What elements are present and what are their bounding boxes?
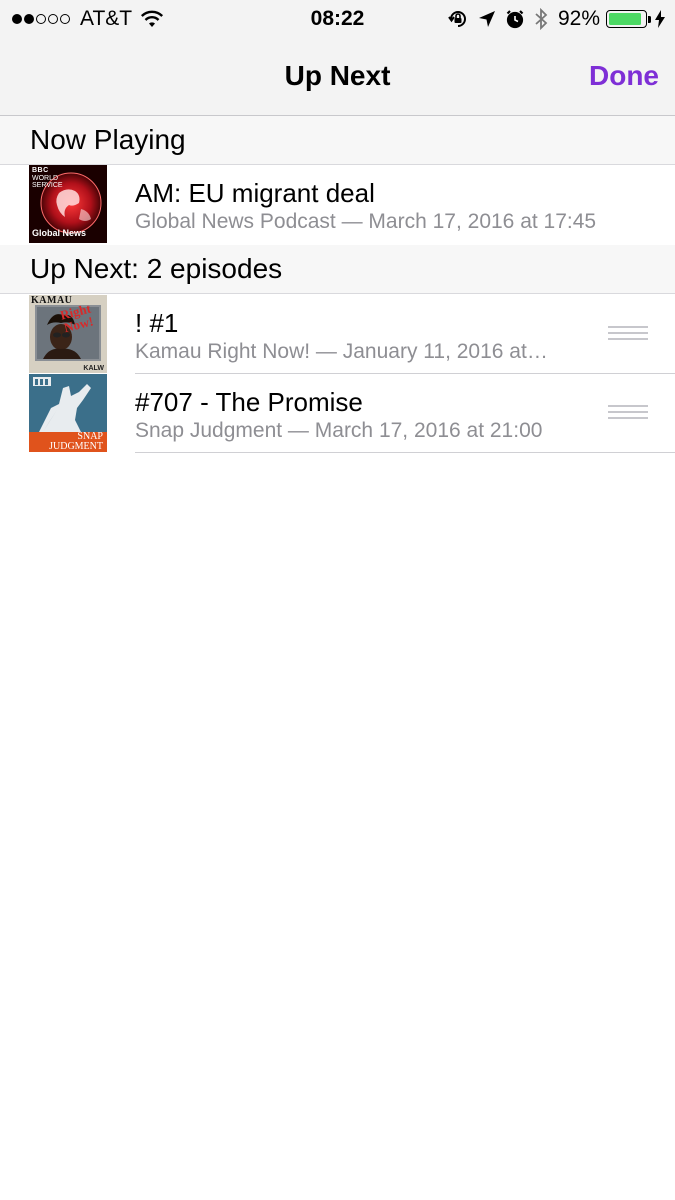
location-arrow-icon [478, 10, 496, 28]
section-title: Now Playing [30, 124, 186, 155]
bbc-world-service-artwork: BBC WORLD SERVICE Global News [29, 165, 107, 243]
bluetooth-icon [534, 8, 548, 30]
episode-subtitle: Snap Judgment — March 17, 2016 at 21:00 [135, 419, 543, 442]
up-next-row[interactable]: KAMAU Right Now! KALW ! #1 Kamau Right N… [0, 295, 675, 374]
artwork-caption: Global News [32, 228, 87, 238]
episode-subtitle: Global News Podcast — March 17, 2016 at … [135, 210, 597, 233]
battery-percent: 92% [557, 7, 600, 30]
episode-subtitle: Kamau Right Now! — January 11, 2016 at… [135, 340, 548, 363]
artwork-text-line: SERVICE [32, 182, 63, 189]
reorder-handle-icon[interactable] [608, 405, 648, 421]
section-header-now-playing: Now Playing [0, 116, 675, 165]
artwork-caption: KALW [83, 365, 104, 372]
artwork-text-line: BBC [32, 167, 49, 174]
artwork-top-text: KAMAU [31, 295, 73, 306]
battery-level-fill [609, 13, 642, 25]
episode-title: AM: EU migrant deal [135, 178, 375, 208]
kamau-right-now-artwork: KAMAU Right Now! KALW [29, 295, 107, 373]
artwork-text-line: WORLD [32, 174, 59, 182]
orientation-lock-icon [447, 8, 469, 30]
page-title: Up Next [284, 60, 391, 91]
artwork-caption: JUDGMENT [49, 440, 103, 452]
episode-title: #707 - The Promise [135, 387, 363, 417]
battery-icon [606, 10, 647, 28]
row-divider [135, 452, 675, 453]
done-button[interactable]: Done [589, 58, 659, 94]
up-next-row[interactable]: SNAP JUDGMENT #707 - The Promise Snap Ju… [0, 374, 675, 453]
snap-judgment-artwork: SNAP JUDGMENT [29, 374, 107, 452]
section-title: Up Next: 2 episodes [30, 253, 283, 284]
episode-title: ! #1 [135, 308, 179, 338]
section-header-up-next: Up Next: 2 episodes [0, 245, 675, 294]
reorder-handle-icon[interactable] [608, 326, 648, 342]
status-bar: AT&T 08:22 92% [0, 0, 675, 38]
alarm-icon [505, 9, 525, 29]
charging-bolt-icon [655, 10, 665, 28]
battery-tip [648, 15, 651, 23]
status-right: 92% [438, 6, 665, 32]
now-playing-row[interactable]: BBC WORLD SERVICE Global News AM: EU mig… [0, 165, 675, 244]
navigation-bar: Up Next Done [0, 38, 675, 116]
